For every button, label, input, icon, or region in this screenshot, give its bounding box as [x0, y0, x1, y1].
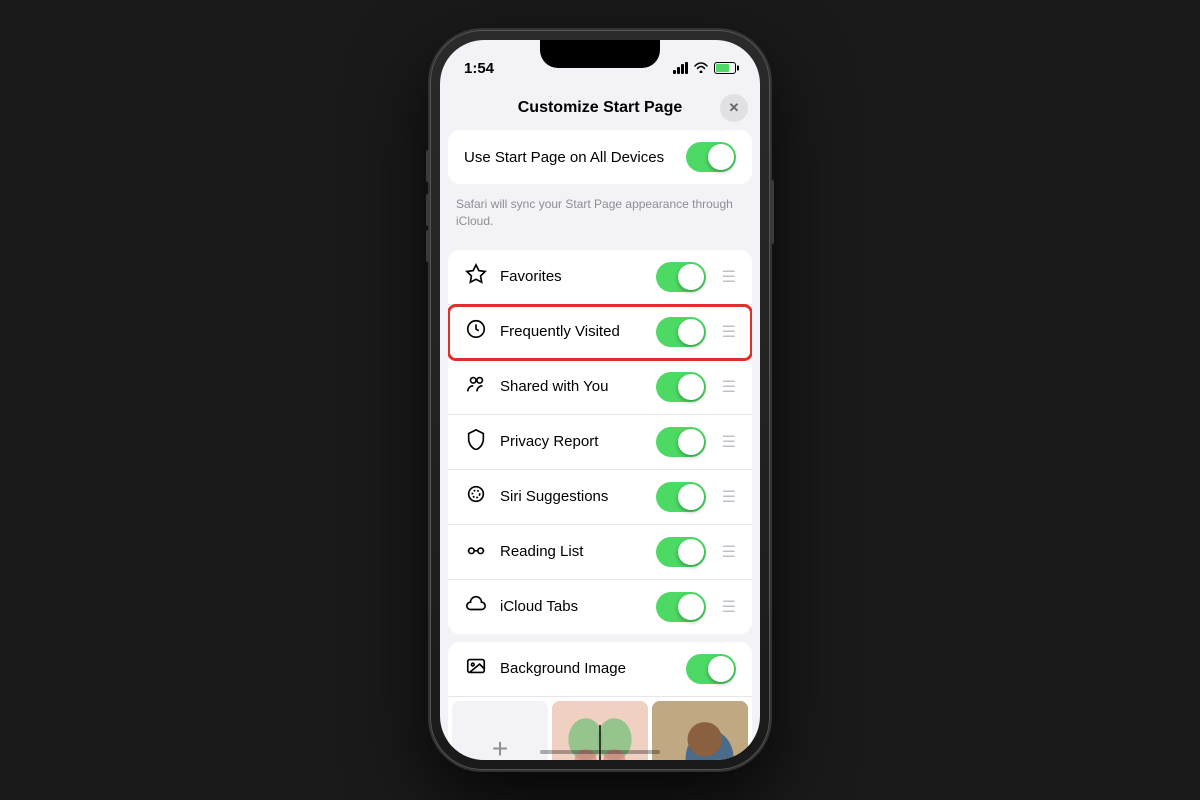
- settings-section: Favorites ☰ Frequently Visited ☰: [448, 250, 752, 634]
- siri-drag-handle: ☰: [722, 487, 736, 507]
- clock-icon: [464, 318, 488, 345]
- shared-drag-handle: ☰: [722, 377, 736, 397]
- icloud-tabs-label: iCloud Tabs: [500, 598, 644, 615]
- privacy-drag-handle: ☰: [722, 432, 736, 452]
- reading-list-row: Reading List ☰: [448, 525, 752, 580]
- sync-toggle[interactable]: [686, 142, 736, 172]
- privacy-report-toggle[interactable]: [656, 427, 706, 457]
- frequently-visited-drag-handle: ☰: [722, 322, 736, 342]
- star-icon: [464, 263, 488, 290]
- siri-suggestions-toggle[interactable]: [656, 482, 706, 512]
- icloud-tabs-toggle[interactable]: [656, 592, 706, 622]
- icloud-drag-handle: ☰: [722, 597, 736, 617]
- background-image-label: Background Image: [500, 660, 674, 677]
- content-area[interactable]: Customize Start Page ✕ Use Start Page on…: [440, 84, 760, 760]
- favorites-row: Favorites ☰: [448, 250, 752, 305]
- siri-suggestions-row: Siri Suggestions ☰: [448, 470, 752, 525]
- favorites-label: Favorites: [500, 268, 644, 285]
- status-bar: 1:54: [440, 40, 760, 84]
- shared-icon: [464, 373, 488, 400]
- reading-drag-handle: ☰: [722, 542, 736, 562]
- frequently-visited-label: Frequently Visited: [500, 323, 644, 340]
- privacy-report-label: Privacy Report: [500, 433, 644, 450]
- phone-frame: 1:54: [430, 30, 770, 770]
- background-section: Background Image +: [448, 642, 752, 760]
- background-image-toggle[interactable]: [686, 654, 736, 684]
- frequently-visited-row: Frequently Visited ☰: [448, 305, 752, 360]
- shared-with-you-row: Shared with You ☰: [448, 360, 752, 415]
- image-icon: [464, 655, 488, 682]
- icloud-tabs-row: iCloud Tabs ☰: [448, 580, 752, 634]
- siri-icon: [464, 483, 488, 510]
- phone-screen: 1:54: [440, 40, 760, 760]
- reading-list-toggle[interactable]: [656, 537, 706, 567]
- shared-with-you-toggle[interactable]: [656, 372, 706, 402]
- close-button[interactable]: ✕: [720, 94, 748, 122]
- sync-label: Use Start Page on All Devices: [464, 149, 674, 166]
- frequently-visited-toggle[interactable]: [656, 317, 706, 347]
- signal-icon: [673, 62, 688, 74]
- reading-list-label: Reading List: [500, 543, 644, 560]
- status-icons: [673, 61, 736, 76]
- bg-dog-option[interactable]: [652, 701, 748, 760]
- shared-with-you-label: Shared with You: [500, 378, 644, 395]
- home-indicator[interactable]: [540, 750, 660, 754]
- glasses-icon: [464, 538, 488, 565]
- shield-icon: [464, 428, 488, 455]
- sync-description: Safari will sync your Start Page appeara…: [440, 192, 760, 242]
- wifi-icon: [693, 61, 709, 76]
- sync-row: Use Start Page on All Devices: [448, 130, 752, 184]
- background-header-row: Background Image: [448, 642, 752, 697]
- sheet-title: Customize Start Page: [480, 99, 720, 117]
- privacy-report-row: Privacy Report ☰: [448, 415, 752, 470]
- status-time: 1:54: [464, 60, 494, 77]
- plus-icon: +: [492, 733, 508, 760]
- add-background-button[interactable]: +: [452, 701, 548, 760]
- battery-icon: [714, 62, 736, 74]
- favorites-drag-handle: ☰: [722, 267, 736, 287]
- notch: [540, 40, 660, 68]
- sync-section: Use Start Page on All Devices: [448, 130, 752, 184]
- siri-suggestions-label: Siri Suggestions: [500, 488, 644, 505]
- cloud-icon: [464, 593, 488, 620]
- favorites-toggle[interactable]: [656, 262, 706, 292]
